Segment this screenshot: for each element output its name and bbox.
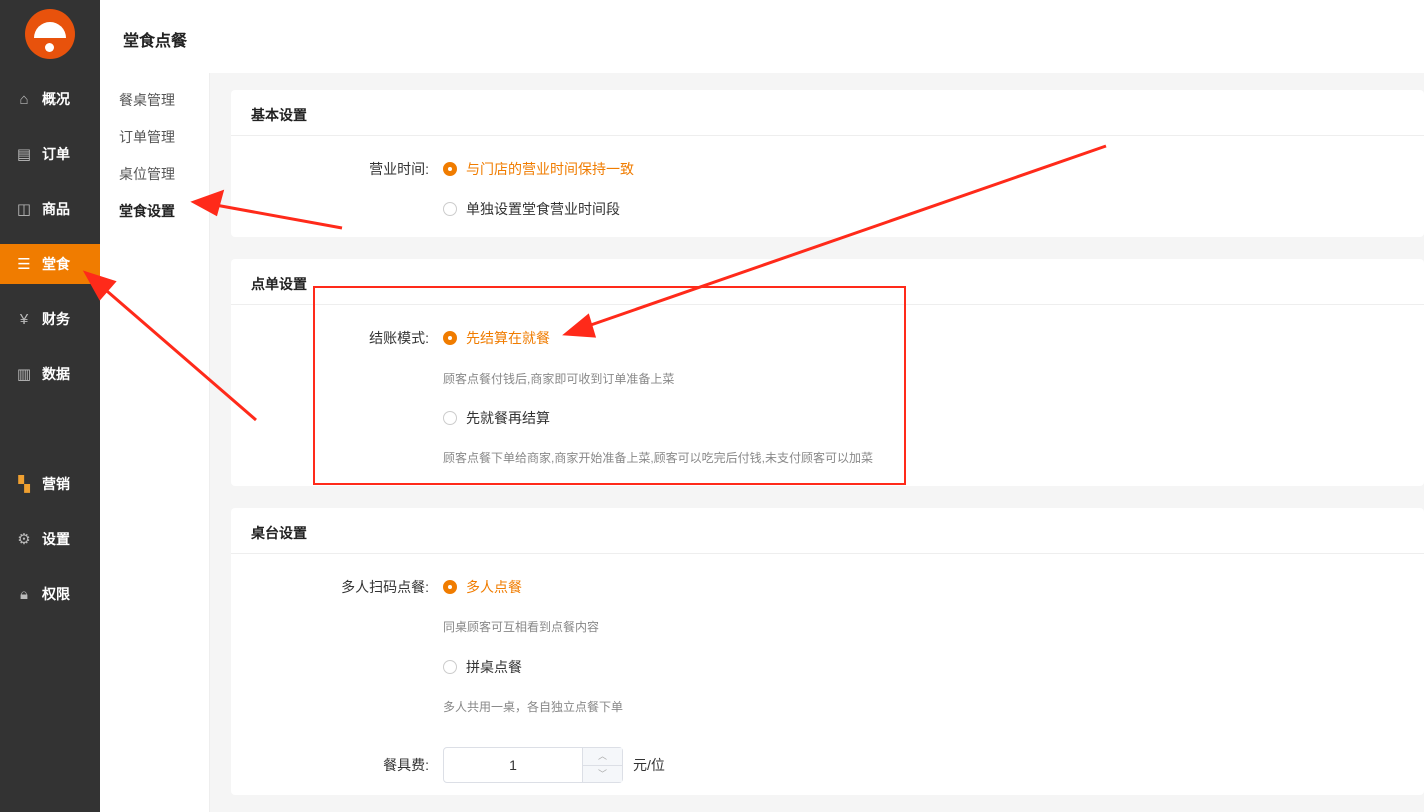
multi-scan-row-2: 拼桌点餐	[231, 657, 522, 677]
radio-hours-separate[interactable]	[443, 202, 457, 216]
fee-unit: 元/位	[633, 757, 665, 773]
multi-scan-row: 多人扫码点餐: 多人点餐	[231, 577, 522, 597]
radio-shared-table[interactable]	[443, 660, 457, 674]
option-label[interactable]: 先就餐再结算	[466, 408, 550, 428]
sidebar-item-dine-in[interactable]: ☰ 堂食	[0, 244, 100, 284]
header: 堂食点餐	[100, 0, 1424, 73]
checkout-mode-label: 结账模式:	[369, 330, 429, 346]
tableware-fee-row: 餐具费: 1 ︿ ﹀ 元/位	[231, 747, 665, 783]
bag-icon: ◫	[16, 201, 32, 218]
hours-row-2: 单独设置堂食营业时间段	[231, 199, 620, 219]
sidebar-item-finance[interactable]: ¥ 财务	[0, 299, 100, 339]
card-title: 桌台设置	[231, 508, 1424, 554]
hint: 顾客点餐付钱后,商家即可收到订单准备上菜	[443, 372, 675, 386]
page-title: 堂食点餐	[123, 33, 188, 50]
subnav-order-manage[interactable]: 订单管理	[119, 127, 175, 147]
sidebar-item-data[interactable]: ▥ 数据	[0, 354, 100, 394]
multi-scan-label: 多人扫码点餐:	[341, 579, 429, 595]
sidebar-item-overview[interactable]: ⌂ 概况	[0, 79, 100, 119]
radio-eat-first[interactable]	[443, 411, 457, 425]
checkout-mode-row: 结账模式: 先结算在就餐	[231, 328, 550, 348]
increment-icon[interactable]: ︿	[583, 748, 622, 766]
logo	[25, 9, 75, 59]
lock-icon: 🔒︎	[20, 585, 28, 603]
card-title: 点单设置	[231, 259, 1424, 305]
subnav-table-manage[interactable]: 餐桌管理	[119, 90, 175, 110]
gear-icon: ⚙	[17, 531, 31, 548]
wallet-icon: ¥	[19, 310, 29, 328]
option-label[interactable]: 与门店的营业时间保持一致	[466, 159, 634, 179]
radio-pay-first[interactable]	[443, 331, 457, 345]
fee-label: 餐具费:	[383, 757, 429, 773]
decrement-icon[interactable]: ﹀	[583, 766, 622, 783]
hours-row: 营业时间: 与门店的营业时间保持一致	[231, 159, 634, 179]
option-label[interactable]: 拼桌点餐	[466, 657, 522, 677]
apps-icon: ▚	[18, 476, 30, 493]
sidebar-item-permissions[interactable]: 🔒︎ 权限	[0, 574, 100, 614]
fee-stepper[interactable]: 1 ︿ ﹀	[443, 747, 623, 783]
bar-chart-icon: ▥	[16, 366, 32, 383]
checkout-mode-row-2: 先就餐再结算	[231, 408, 550, 428]
card-title: 基本设置	[231, 90, 1424, 136]
sidebar: ⌂ 概况 ▤ 订单 ◫ 商品 ☰ 堂食 ¥ 财务 ▥ 数据 ▚ 营销 ⚙ 设置 🔒︎ 权限	[0, 0, 100, 812]
radio-hours-same[interactable]	[443, 162, 457, 176]
option-label[interactable]: 单独设置堂食营业时间段	[466, 199, 620, 219]
sub-nav: 餐桌管理 订单管理 桌位管理 堂食设置	[100, 73, 210, 812]
subnav-seat-manage[interactable]: 桌位管理	[119, 164, 175, 184]
hours-label: 营业时间:	[369, 161, 429, 177]
sidebar-item-goods[interactable]: ◫ 商品	[0, 189, 100, 229]
sidebar-item-orders[interactable]: ▤ 订单	[0, 134, 100, 174]
home-icon: ⌂	[19, 90, 29, 108]
hint: 顾客点餐下单给商家,商家开始准备上菜,顾客可以吃完后付钱,未支付顾客可以加菜	[443, 451, 874, 465]
document-icon: ▤	[16, 146, 32, 163]
sidebar-item-settings[interactable]: ⚙ 设置	[0, 519, 100, 559]
radio-multi-order[interactable]	[443, 580, 457, 594]
order-settings-card: 点单设置 结账模式: 先结算在就餐 顾客点餐付钱后,商家即可收到订单准备上菜 先…	[231, 259, 1424, 486]
sidebar-item-marketing[interactable]: ▚ 营销	[0, 464, 100, 504]
subnav-dine-settings[interactable]: 堂食设置	[119, 201, 175, 221]
option-label[interactable]: 多人点餐	[466, 577, 522, 597]
option-label[interactable]: 先结算在就餐	[466, 328, 550, 348]
basic-settings-card: 基本设置 营业时间: 与门店的营业时间保持一致 单独设置堂食营业时间段	[231, 90, 1424, 237]
menu-icon: ☰	[17, 256, 31, 273]
hint: 同桌顾客可互相看到点餐内容	[443, 620, 600, 634]
hint: 多人共用一桌，各自独立点餐下单	[443, 700, 624, 714]
table-settings-card: 桌台设置 多人扫码点餐: 多人点餐 同桌顾客可互相看到点餐内容 拼桌点餐 多人共…	[231, 508, 1424, 795]
fee-input[interactable]: 1	[444, 748, 582, 782]
